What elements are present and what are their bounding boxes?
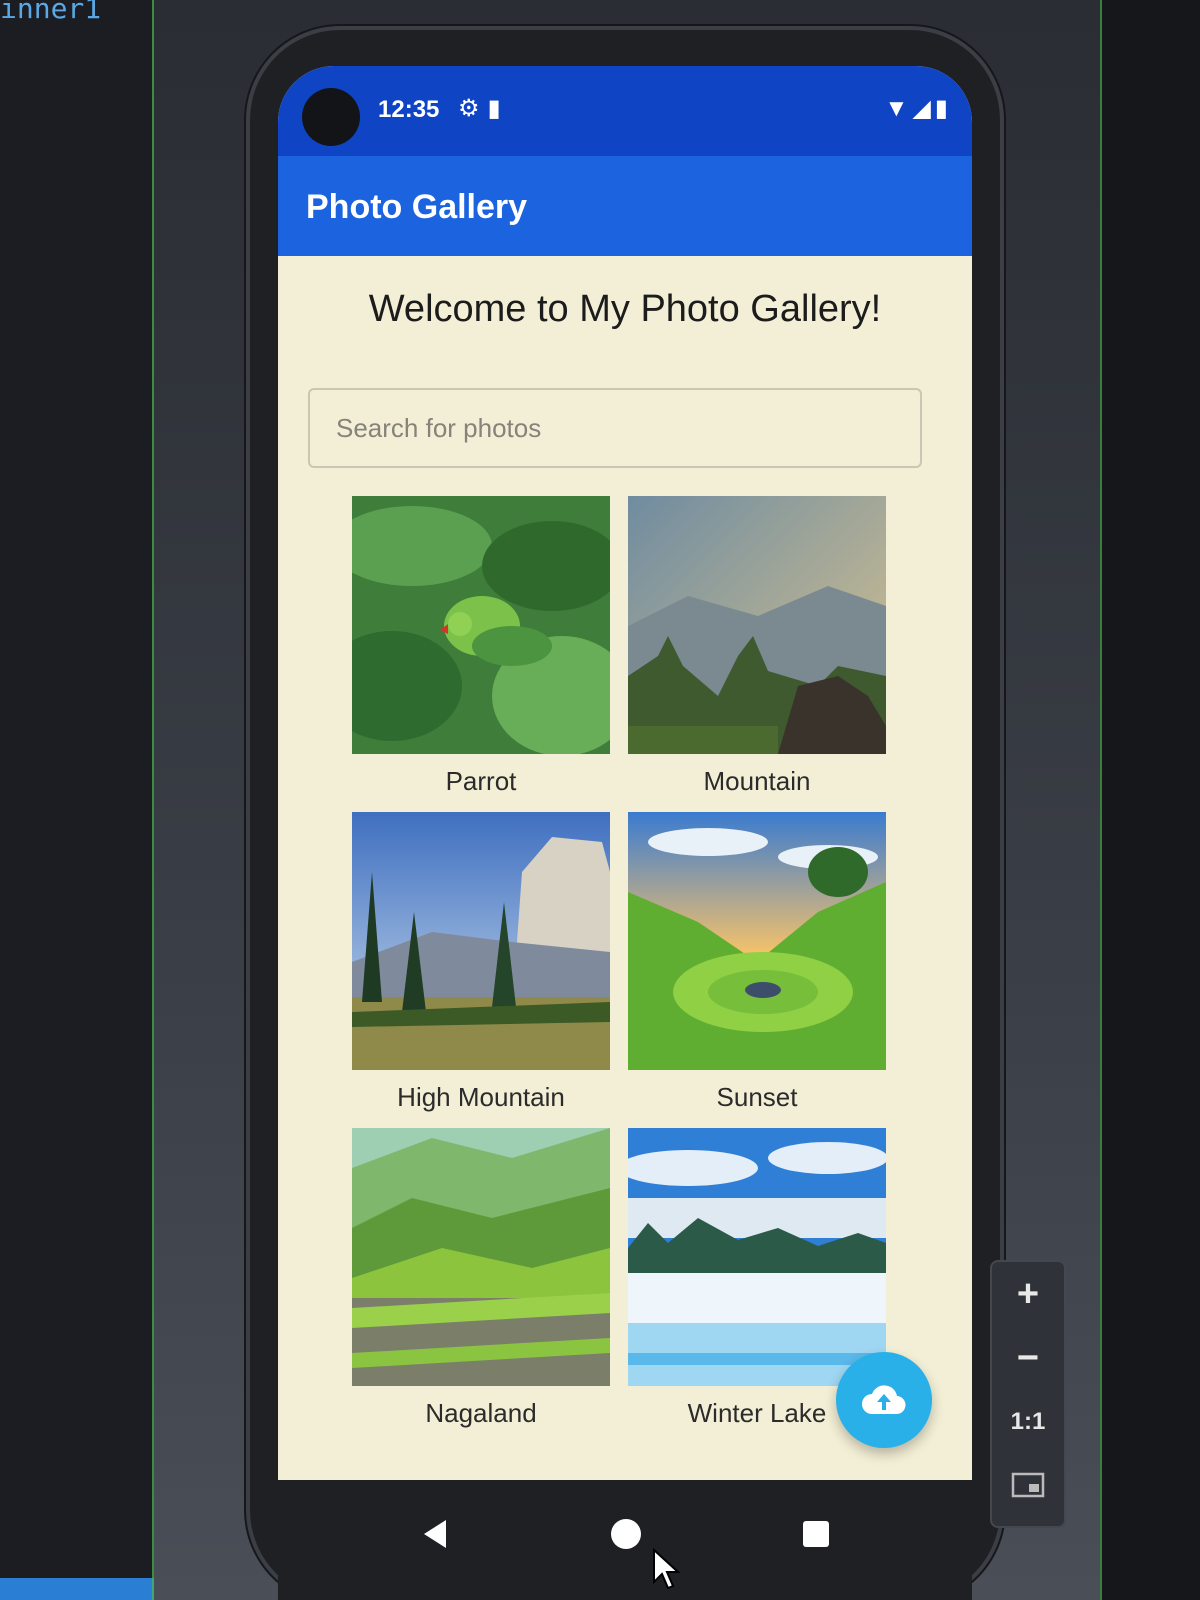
emulator-zoom-controls: + − 1:1 [990, 1260, 1066, 1528]
photo-card-parrot[interactable]: Parrot [352, 496, 610, 797]
status-icons-right: ▼◢▮ [885, 94, 952, 123]
signal-icon: ◢ [912, 95, 935, 122]
status-bar: 12:35 ⚙▮ ▼◢▮ [278, 66, 972, 156]
ide-right-panel [1102, 0, 1200, 1600]
home-icon[interactable] [608, 1516, 644, 1552]
nagaland-photo[interactable] [352, 1128, 610, 1386]
winter-lake-photo[interactable] [628, 1128, 886, 1386]
recents-icon[interactable] [798, 1516, 834, 1552]
fit-screen-button[interactable] [992, 1454, 1064, 1518]
photo-label: Nagaland [425, 1398, 537, 1428]
settings-icon: ⚙ [458, 95, 488, 122]
ide-status-bar [0, 1578, 160, 1600]
photo-label: Sunset [716, 1082, 798, 1112]
system-nav-bar [278, 1480, 972, 1600]
high-mountain-photo[interactable] [352, 812, 610, 1070]
camera-cutout [302, 88, 360, 146]
app-bar: Photo Gallery [278, 156, 972, 256]
photo-card-mountain[interactable]: Mountain [628, 496, 886, 797]
actual-size-button[interactable]: 1:1 [992, 1390, 1064, 1454]
zoom-out-button[interactable]: − [992, 1326, 1064, 1390]
photo-label: High Mountain [397, 1082, 565, 1112]
fit-screen-icon [1011, 1472, 1045, 1498]
sd-card-icon: ▮ [487, 95, 509, 122]
search-input[interactable] [308, 388, 922, 468]
battery-icon: ▮ [934, 95, 952, 122]
welcome-heading: Welcome to My Photo Gallery! [368, 288, 882, 330]
sunset-photo[interactable] [628, 812, 886, 1070]
app-title: Photo Gallery [306, 188, 528, 226]
photo-label: Mountain [703, 766, 811, 796]
phone-frame: 12:35 ⚙▮ ▼◢▮ Photo Gallery Welcome to My… [250, 30, 1000, 1600]
status-icons-left: ⚙▮ [458, 94, 509, 123]
photo-card-nagaland[interactable]: Nagaland [352, 1128, 610, 1429]
zoom-in-button[interactable]: + [992, 1262, 1064, 1326]
mountain-photo[interactable] [628, 496, 886, 754]
phone-screen: 12:35 ⚙▮ ▼◢▮ Photo Gallery Welcome to My… [278, 66, 972, 1596]
ide-editor-panel: inner1 [0, 0, 160, 1600]
back-icon[interactable] [418, 1516, 454, 1552]
photo-card-high-mountain[interactable]: High Mountain [352, 812, 610, 1113]
photo-label: Parrot [445, 766, 517, 796]
cloud-upload-icon [862, 1385, 906, 1415]
mouse-cursor-icon [653, 1548, 681, 1590]
upload-fab[interactable] [836, 1352, 932, 1448]
parrot-photo[interactable] [352, 496, 610, 754]
wifi-icon: ▼ [884, 95, 913, 122]
code-fragment: inner1 [0, 0, 102, 25]
status-time: 12:35 [378, 96, 440, 123]
photo-card-sunset[interactable]: Sunset [628, 812, 886, 1113]
